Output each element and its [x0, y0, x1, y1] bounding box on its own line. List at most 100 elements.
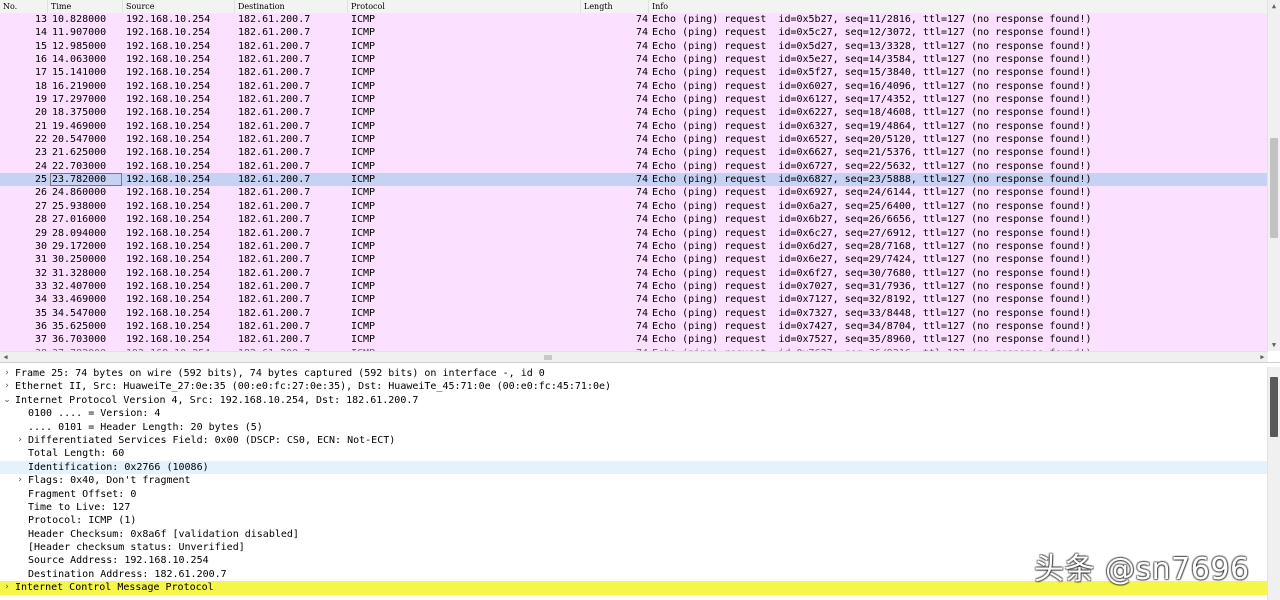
cell-destination: 182.61.200.7: [238, 67, 311, 79]
packet-row[interactable]: 25 23.782000 192.168.10.254 182.61.200.7 ICM…: [0, 173, 1268, 187]
detail-tree-item[interactable]: Header Checksum: 0x8a6f [validation disa…: [0, 528, 1268, 541]
cell-source: 192.168.10.254: [126, 40, 211, 52]
packet-row[interactable]: 29 28.094000 192.168.10.254 182.61.200.7 ICM…: [0, 226, 1268, 240]
packet-row[interactable]: 21 19.469000 192.168.10.254 182.61.200.7 ICM…: [0, 119, 1268, 134]
scroll-up-icon[interactable]: ▲: [1268, 0, 1280, 12]
packet-list-horizontal-scrollbar[interactable]: ◀ ▶: [0, 351, 1268, 362]
detail-tree-item[interactable]: › Flags: 0x40, Don't fragment: [0, 474, 1268, 487]
packet-row[interactable]: 23 21.625000 192.168.10.254 182.61.200.7 ICM…: [0, 146, 1268, 160]
packet-list-vertical-scrollbar[interactable]: ▲ ▼: [1267, 0, 1280, 351]
packet-row[interactable]: 15 12.985000 192.168.10.254 182.61.200.7 ICM…: [0, 39, 1268, 54]
cell-time: 16.219000: [52, 80, 107, 92]
column-header-no[interactable]: No.: [0, 0, 48, 13]
detail-tree-item[interactable]: › Differentiated Services Field: 0x00 (DS…: [0, 434, 1268, 447]
packet-row[interactable]: 32 31.328000 192.168.10.254 182.61.200.7 ICM…: [0, 266, 1268, 280]
chevron-right-icon[interactable]: ›: [15, 434, 25, 447]
cell-destination: 182.61.200.7: [238, 54, 311, 66]
packet-row[interactable]: 35 34.547000 192.168.10.254 182.61.200.7 ICM…: [0, 306, 1268, 320]
cell-source: 192.168.10.254: [126, 107, 211, 119]
detail-tree-item[interactable]: Protocol: ICMP (1): [0, 514, 1268, 527]
packet-list-pane[interactable]: No. Time Source Destination Protocol Len…: [0, 0, 1280, 363]
scroll-right-icon[interactable]: ▶: [1257, 352, 1268, 362]
cell-time: 33.469000: [52, 294, 107, 306]
column-header-protocol[interactable]: Protocol: [348, 0, 581, 13]
cell-protocol: ICMP: [351, 160, 376, 172]
detail-tree-item[interactable]: Time to Live: 127: [0, 501, 1268, 514]
packet-row[interactable]: 13 10.828000 192.168.10.254 182.61.200.7 ICM…: [0, 13, 1268, 27]
packet-row[interactable]: 24 22.703000 192.168.10.254 182.61.200.7 ICM…: [0, 159, 1268, 174]
column-header-length[interactable]: Length: [581, 0, 649, 13]
cell-no: 18: [34, 80, 47, 92]
cell-time: 27.016000: [52, 214, 107, 226]
cell-info: Echo (ping) request id=0x7427, seq=34/87…: [652, 320, 1092, 332]
cell-protocol: ICMP: [351, 334, 376, 346]
detail-tree-label: .... 0101 = Header Length: 20 bytes (5): [28, 421, 263, 433]
cell-protocol: ICMP: [351, 134, 376, 146]
cell-source: 192.168.10.254: [126, 334, 211, 346]
chevron-right-icon[interactable]: ›: [2, 367, 12, 380]
cell-protocol: ICMP: [351, 67, 376, 79]
packet-row[interactable]: 28 27.016000 192.168.10.254 182.61.200.7 ICM…: [0, 213, 1268, 227]
packet-row[interactable]: 22 20.547000 192.168.10.254 182.61.200.7 ICM…: [0, 133, 1268, 147]
packet-row[interactable]: 27 25.938000 192.168.10.254 182.61.200.7 ICM…: [0, 199, 1268, 214]
detail-tree-item[interactable]: .... 0101 = Header Length: 20 bytes (5): [0, 421, 1268, 434]
packet-row[interactable]: 26 24.860000 192.168.10.254 182.61.200.7 ICM…: [0, 186, 1268, 200]
cell-info: Echo (ping) request id=0x5b27, seq=11/28…: [652, 14, 1092, 25]
packet-row[interactable]: 36 35.625000 192.168.10.254 182.61.200.7 ICM…: [0, 319, 1268, 334]
detail-tree-item[interactable]: Total Length: 60: [0, 447, 1268, 460]
scrollbar-thumb[interactable]: [1270, 138, 1278, 238]
cell-no: 30: [34, 240, 47, 252]
cell-destination: 182.61.200.7: [238, 294, 311, 306]
cell-protocol: ICMP: [351, 120, 376, 132]
detail-tree-item[interactable]: Fragment Offset: 0: [0, 488, 1268, 501]
packet-row[interactable]: 30 29.172000 192.168.10.254 182.61.200.7 ICM…: [0, 239, 1268, 254]
detail-tree-item[interactable]: ⌄ Internet Protocol Version 4, Src: 192.1…: [0, 394, 1268, 407]
cell-length: 74: [635, 307, 648, 319]
packet-row[interactable]: 14 11.907000 192.168.10.254 182.61.200.7 ICM…: [0, 26, 1268, 40]
column-header-time[interactable]: Time: [48, 0, 123, 13]
scroll-left-icon[interactable]: ◀: [0, 352, 11, 362]
chevron-right-icon[interactable]: ›: [2, 380, 12, 393]
packet-row[interactable]: 17 15.141000 192.168.10.254 182.61.200.7 ICM…: [0, 66, 1268, 80]
packet-row[interactable]: 18 16.219000 192.168.10.254 182.61.200.7 ICM…: [0, 79, 1268, 94]
column-header-destination[interactable]: Destination: [235, 0, 348, 13]
cell-destination: 182.61.200.7: [238, 147, 311, 159]
cell-time: 31.328000: [52, 267, 107, 279]
detail-tree-item[interactable]: › Frame 25: 74 bytes on wire (592 bits), …: [0, 367, 1268, 380]
column-header-source[interactable]: Source: [123, 0, 235, 13]
chevron-down-icon[interactable]: ⌄: [2, 394, 12, 407]
packet-row[interactable]: 16 14.063000 192.168.10.254 182.61.200.7 ICM…: [0, 53, 1268, 67]
cell-destination: 182.61.200.7: [238, 280, 311, 292]
packet-row[interactable]: 37 36.703000 192.168.10.254 182.61.200.7 ICM…: [0, 333, 1268, 347]
cell-destination: 182.61.200.7: [238, 174, 311, 186]
column-header-info[interactable]: Info: [649, 0, 1268, 13]
packet-row[interactable]: 20 18.375000 192.168.10.254 182.61.200.7 ICM…: [0, 106, 1268, 120]
detail-tree-item[interactable]: Identification: 0x2766 (10086): [0, 460, 1268, 475]
packet-row[interactable]: 33 32.407000 192.168.10.254 182.61.200.7 ICM…: [0, 279, 1268, 294]
packet-row[interactable]: 34 33.469000 192.168.10.254 182.61.200.7 ICM…: [0, 293, 1268, 307]
cell-no: 27: [34, 200, 47, 212]
scrollbar-thumb[interactable]: [544, 355, 552, 360]
detail-tree-item[interactable]: › Ethernet II, Src: HuaweiTe_27:0e:35 (00…: [0, 380, 1268, 393]
cell-destination: 182.61.200.7: [238, 307, 311, 319]
cell-length: 74: [635, 294, 648, 306]
cell-source: 192.168.10.254: [126, 94, 211, 106]
cell-no: 13: [34, 14, 47, 25]
details-vertical-scrollbar[interactable]: [1267, 367, 1280, 600]
detail-tree-item[interactable]: 0100 .... = Version: 4: [0, 407, 1268, 420]
column-header: No. Time Source Destination Protocol Len…: [0, 0, 1268, 14]
cell-destination: 182.61.200.7: [238, 94, 311, 106]
scroll-down-icon[interactable]: ▼: [1268, 339, 1280, 351]
scrollbar-thumb[interactable]: [1270, 377, 1278, 437]
chevron-right-icon[interactable]: ›: [2, 581, 12, 594]
cell-time: 11.907000: [52, 27, 107, 39]
packet-row[interactable]: 31 30.250000 192.168.10.254 182.61.200.7 ICM…: [0, 253, 1268, 267]
cell-length: 74: [635, 187, 648, 199]
cell-destination: 182.61.200.7: [238, 120, 311, 132]
chevron-right-icon[interactable]: ›: [15, 474, 25, 487]
cell-length: 74: [635, 40, 648, 52]
cell-no: 17: [34, 67, 47, 79]
cell-time: 12.985000: [52, 40, 107, 52]
cell-source: 192.168.10.254: [126, 120, 211, 132]
packet-row[interactable]: 19 17.297000 192.168.10.254 182.61.200.7 ICM…: [0, 93, 1268, 107]
